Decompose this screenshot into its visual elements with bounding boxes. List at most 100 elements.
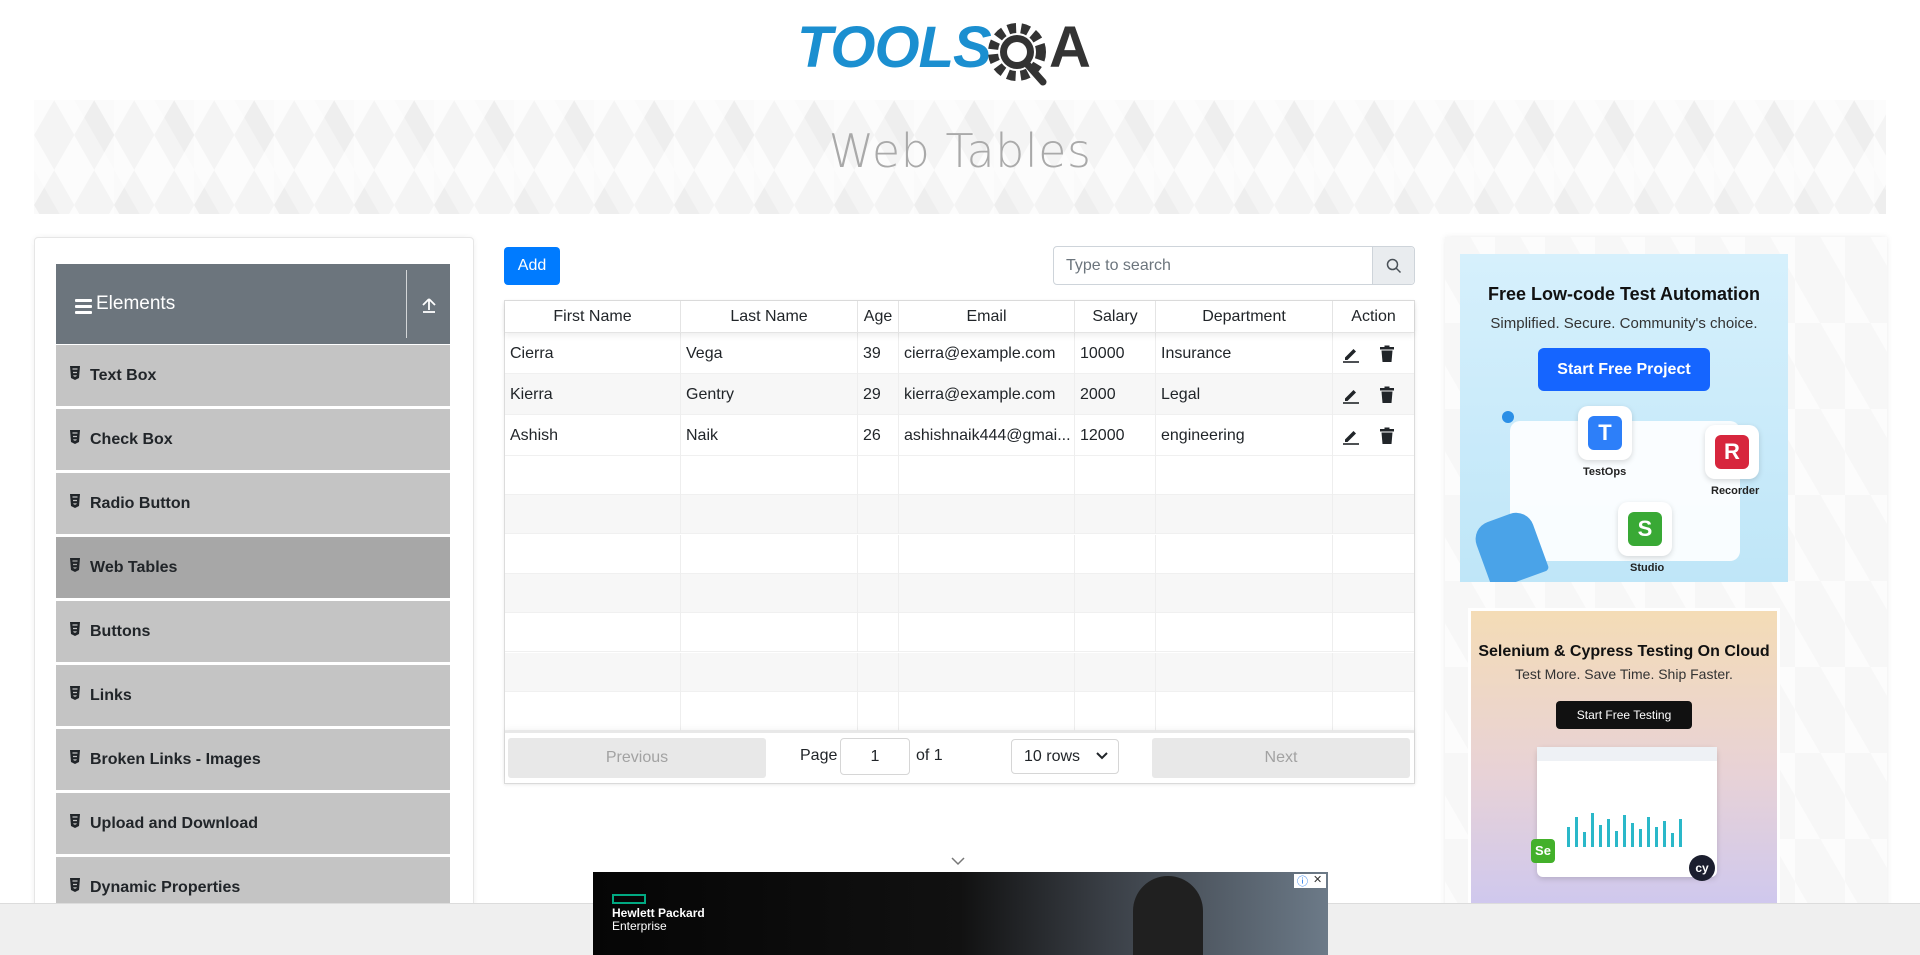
cell-department: Legal [1156,374,1333,415]
ad-info-icon[interactable]: ⓘ [1297,873,1308,889]
table-row: Kierra Gentry 29 kierra@example.com 2000… [505,374,1414,415]
edit-pencil-icon[interactable] [1342,345,1360,363]
ad-dot [1502,411,1514,423]
column-divider [1332,534,1333,574]
table-header: First Name Last Name Age Email Salary De… [505,301,1414,333]
search-input[interactable] [1054,247,1372,284]
table-row: Cierra Vega 39 cierra@example.com 10000 … [505,333,1414,374]
search-button[interactable] [1372,247,1414,284]
testops-logo-icon: T [1578,406,1632,460]
elements-group-header[interactable]: Elements [56,264,450,344]
ad-brand-line2: Enterprise [612,919,667,933]
bottom-banner-ad[interactable]: Hewlett Packard Enterprise ⓘ ✕ [593,872,1328,955]
table-row-empty [505,652,1414,692]
column-header-age[interactable]: Age [858,301,899,333]
search-icon [1386,258,1402,274]
sidebar-item-links[interactable]: Links [56,665,450,727]
studio-label: Studio [1630,562,1665,574]
column-header-email[interactable]: Email [899,301,1075,333]
column-header-salary[interactable]: Salary [1075,301,1156,333]
start-free-project-button[interactable]: Start Free Project [1538,348,1710,391]
bar-graph-illustration [1537,747,1717,847]
sidebar-item-check-box[interactable]: Check Box [56,409,450,471]
sidebar-item-label: Buttons [90,623,151,640]
sidebar-item-label: Text Box [90,367,157,384]
column-divider [1155,691,1156,731]
toolsqa-logo[interactable]: TOOLS A [797,14,1127,92]
cell-email: ashishnaik444@gmai... [899,415,1075,456]
start-free-testing-button[interactable]: Start Free Testing [1556,701,1692,729]
collapse-arrow-icon[interactable] [418,294,440,316]
column-header-action[interactable]: Action [1333,301,1414,333]
delete-trash-icon[interactable] [1378,345,1396,363]
ad-person-image [1133,876,1203,955]
sidebar-item-label: Links [90,687,132,704]
column-divider [1074,652,1075,692]
sidebar-item-buttons[interactable]: Buttons [56,601,450,663]
column-divider [857,495,858,535]
column-divider [857,534,858,574]
delete-trash-icon[interactable] [1378,427,1396,445]
column-divider [898,534,899,574]
cell-first-name: Cierra [505,333,681,374]
sidebar-item-broken-links[interactable]: Broken Links - Images [56,729,450,791]
column-divider [1332,691,1333,731]
html5-icon [70,366,80,380]
logo-text-tools: TOOLS [797,15,992,80]
sidebar-item-web-tables[interactable]: Web Tables [56,537,450,599]
column-divider [857,613,858,653]
sidebar-item-radio-button[interactable]: Radio Button [56,473,450,535]
edit-pencil-icon[interactable] [1342,386,1360,404]
column-divider [857,573,858,613]
cell-age: 39 [858,333,899,374]
column-header-last-name[interactable]: Last Name [681,301,858,333]
column-divider [857,691,858,731]
ad-headline: Free Low-code Test Automation [1487,284,1760,304]
column-divider [1155,613,1156,653]
web-table: First Name Last Name Age Email Salary De… [504,300,1415,784]
column-divider [1074,573,1075,613]
column-divider [1155,534,1156,574]
chevron-down-icon [1096,752,1108,760]
ad-selenium-cypress[interactable]: Selenium & Cypress Testing On Cloud Test… [1468,608,1780,908]
column-header-department[interactable]: Department [1156,301,1333,333]
testops-label: TestOps [1583,466,1627,478]
column-divider [680,495,681,535]
cell-first-name: Ashish [505,415,681,456]
sidebar-item-upload-download[interactable]: Upload and Download [56,793,450,855]
column-divider [1332,613,1333,653]
table-row: Ashish Naik 26 ashishnaik444@gmai... 120… [505,415,1414,456]
html5-icon [70,622,80,636]
cell-email: kierra@example.com [899,374,1075,415]
edit-pencil-icon[interactable] [1342,427,1360,445]
ad-subline: Test More. Save Time. Ship Faster. [1515,666,1733,682]
column-divider [680,691,681,731]
column-divider [680,613,681,653]
rows-per-page-value: 10 rows [1024,748,1081,765]
sidebar-item-text-box[interactable]: Text Box [56,345,450,407]
next-button[interactable]: Next [1152,738,1410,778]
column-divider [680,652,681,692]
table-row-empty [505,691,1414,731]
page-banner: Web Tables [34,100,1886,214]
column-divider [857,456,858,495]
column-divider [1074,534,1075,574]
column-header-first-name[interactable]: First Name [505,301,681,333]
column-divider [1074,456,1075,495]
html5-icon [70,686,80,700]
column-divider [898,495,899,535]
add-record-button[interactable]: Add [504,247,560,285]
previous-button[interactable]: Previous [508,738,766,778]
column-divider [898,573,899,613]
ad-choices-control[interactable]: ⓘ ✕ [1294,874,1326,888]
delete-trash-icon[interactable] [1378,386,1396,404]
cell-department: engineering [1156,415,1333,456]
close-icon[interactable]: ✕ [1313,873,1322,886]
studio-logo-icon: S [1618,502,1672,556]
ad-low-code-automation[interactable]: Free Low-code Test Automation Simplified… [1460,254,1788,582]
sidebar-item-label: Dynamic Properties [90,879,241,896]
column-divider [1074,613,1075,653]
pagination-bar: Previous Page of 1 10 rows Next [505,731,1414,783]
page-number-input[interactable] [840,738,910,775]
rows-per-page-select[interactable]: 10 rows [1011,739,1119,774]
